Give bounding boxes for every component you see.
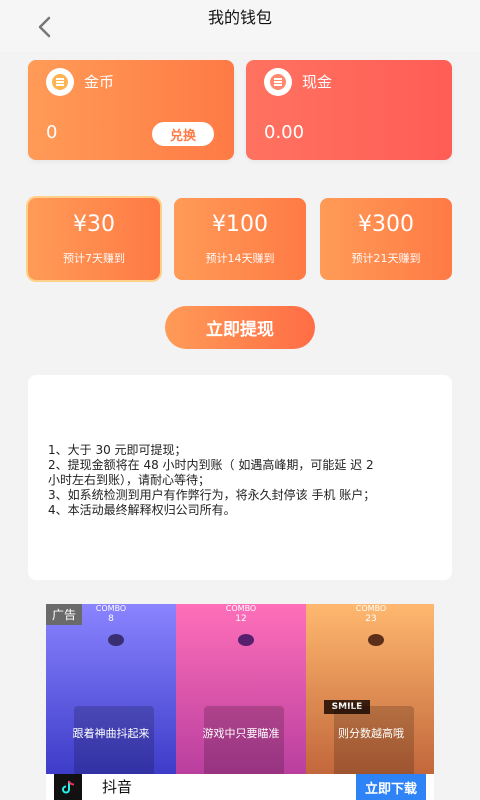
amount-subtitle: 预计7天赚到	[63, 252, 125, 265]
header: 我的钱包	[0, 0, 480, 52]
tiktok-icon	[54, 774, 82, 800]
cash-label: 现金	[302, 73, 333, 91]
ad-combo-number: 23	[365, 614, 377, 624]
ad-panel-3: COMBO 23 SMILE 则分数越高哦	[306, 604, 434, 774]
rule-line-4: 3、如系统检测到用户有作弊行为，将永久封停该 手机 账户；	[48, 488, 376, 502]
gold-value: 0	[46, 122, 58, 143]
ad-app-name: 抖音	[102, 778, 133, 796]
amount-value: ¥100	[212, 212, 268, 237]
amount-value: ¥300	[358, 212, 414, 237]
ball-icon	[238, 634, 254, 646]
amount-subtitle: 预计21天赚到	[351, 252, 421, 265]
ball-icon	[108, 634, 124, 646]
amount-option-30[interactable]: ¥30 预计7天赚到	[28, 198, 160, 280]
gold-label: 金币	[84, 73, 115, 91]
ad-caption: 则分数越高哦	[338, 727, 404, 740]
amount-value: ¥30	[73, 212, 115, 237]
amount-subtitle: 预计14天赚到	[205, 252, 275, 265]
cash-icon	[264, 68, 292, 96]
ad-panel-2: COMBO 12 游戏中只要瞄准	[176, 604, 306, 774]
ad-banner[interactable]: COMBO 8 跟着神曲抖起来 COMBO 12 游戏中只要瞄准 COMBO 2…	[46, 604, 434, 800]
cash-card: 现金 0.00	[246, 60, 452, 160]
ball-icon	[368, 634, 384, 646]
withdraw-button[interactable]: 立即提现	[165, 306, 315, 349]
ad-caption: 游戏中只要瞄准	[202, 727, 280, 740]
ad-bottom-bar: 抖音 立即下载	[46, 774, 434, 800]
ad-badge: 广告	[46, 604, 83, 625]
ad-caption: 跟着神曲抖起来	[72, 727, 150, 740]
rule-line-1: 1、大于 30 元即可提现；	[48, 443, 187, 457]
amount-option-300[interactable]: ¥300 预计21天赚到	[320, 198, 452, 280]
cash-value: 0.00	[264, 122, 305, 143]
coin-icon	[46, 68, 74, 96]
rule-line-2: 2、提现金额将在 48 小时内到账（ 如遇高峰期，可能延 迟 2	[48, 458, 374, 472]
page-title: 我的钱包	[207, 8, 272, 27]
gold-card: 金币 0 兑换	[28, 60, 234, 160]
rule-line-5: 4、本活动最终解释权归公司所有。	[48, 503, 236, 517]
ad-combo-number: 12	[235, 614, 247, 624]
download-button[interactable]: 立即下载	[356, 774, 426, 800]
ad-panel-1: COMBO 8 跟着神曲抖起来	[46, 604, 176, 774]
rules-box: 1、大于 30 元即可提现； 2、提现金额将在 48 小时内到账（ 如遇高峰期，…	[28, 375, 452, 580]
amount-option-100[interactable]: ¥100 预计14天赚到	[174, 198, 306, 280]
exchange-button[interactable]: 兑换	[152, 122, 214, 146]
rule-line-3: 小时左右到账），请耐心等待；	[48, 473, 211, 487]
